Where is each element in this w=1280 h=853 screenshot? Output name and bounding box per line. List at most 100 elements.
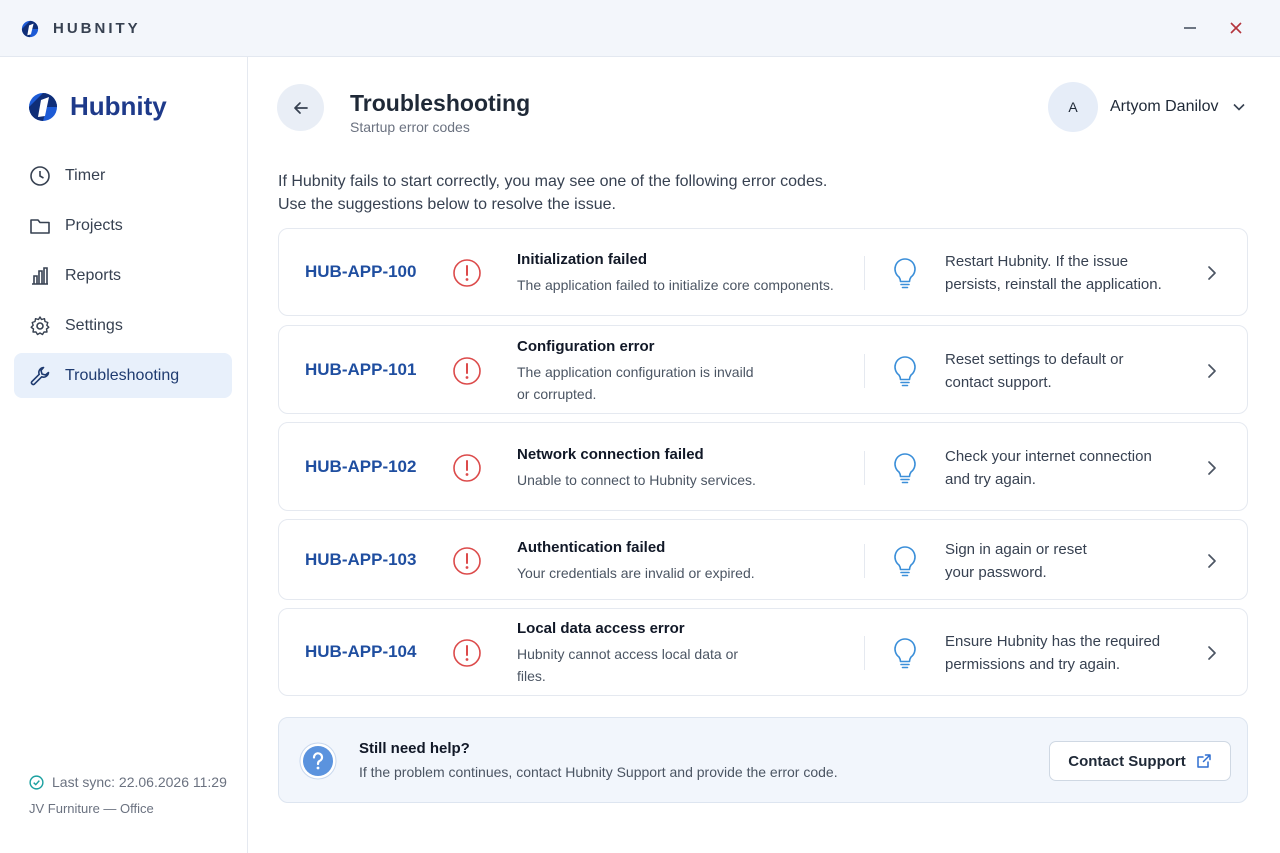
chevron-right-icon (1208, 266, 1216, 280)
sync-text: Last sync: 22.06.2026 11:29 (52, 774, 227, 790)
avatar: A (1048, 82, 1098, 132)
help-title: Still need help? (359, 740, 470, 757)
lightbulb-icon (894, 258, 916, 289)
user-menu[interactable]: A Artyom Danilov (1048, 82, 1246, 132)
minimize-button[interactable] (1176, 14, 1204, 42)
question-circle-icon (299, 742, 337, 780)
error-description: Hubnity cannot access local data or files… (517, 643, 857, 687)
page-title: Troubleshooting (350, 90, 531, 116)
error-card[interactable]: HUB-APP-104 Local data access error Hubnit… (278, 608, 1248, 696)
back-button[interactable] (277, 84, 324, 131)
error-title: Configuration error (517, 337, 655, 355)
alert-circle-icon (453, 546, 481, 575)
error-code: HUB-APP-104 (305, 642, 417, 661)
sidebar: Hubnity Timer Projects Reports Settings (0, 57, 248, 853)
error-card[interactable]: HUB-APP-103 Authentication failed Your cre… (278, 519, 1248, 600)
alert-circle-icon (453, 639, 481, 667)
intro-text: If Hubnity fails to start correctly, you… (278, 170, 827, 216)
error-title: Authentication failed (517, 538, 666, 556)
sidebar-item-reports[interactable]: Reports (14, 253, 232, 298)
minimize-icon (1184, 27, 1196, 29)
error-description-line: Unable to connect to Hubnity services. (517, 471, 756, 488)
sidebar-item-label: Timer (65, 166, 106, 184)
chevron-down-icon (1233, 103, 1246, 111)
page-subtitle: Startup error codes (350, 119, 470, 135)
error-description-line: The application failed to initialize cor… (517, 277, 834, 293)
card-divider (864, 543, 865, 578)
error-description-line: or corrupted. (517, 385, 597, 402)
error-code: HUB-APP-102 (305, 456, 417, 476)
error-description: Unable to connect to Hubnity services. (517, 469, 857, 491)
card-divider (864, 636, 865, 670)
error-suggestion-line: Sign in again or reset (945, 540, 1087, 558)
error-suggestion-line: and try again. (945, 470, 1036, 488)
error-suggestion-line: persists, reinstall the application. (945, 276, 1162, 293)
sidebar-item-troubleshooting[interactable]: Troubleshooting (14, 353, 232, 398)
arrow-left-icon (293, 101, 308, 114)
card-divider (864, 450, 865, 485)
folder-icon (29, 215, 51, 237)
sidebar-item-timer[interactable]: Timer (14, 153, 232, 198)
sidebar-item-projects[interactable]: Projects (14, 203, 232, 248)
error-card[interactable]: HUB-APP-102 Network connection failed Unab… (278, 422, 1248, 511)
close-button[interactable] (1222, 14, 1250, 42)
alert-circle-icon (453, 453, 481, 482)
error-title: Initialization failed (517, 251, 648, 268)
error-suggestion-line: your password. (945, 563, 1047, 581)
window-title: HUBNITY (53, 20, 141, 37)
error-code: HUB-APP-103 (305, 549, 417, 569)
error-suggestion: Check your internet connection and try ag… (945, 445, 1195, 491)
sidebar-item-label: Settings (65, 316, 123, 334)
lightbulb-icon (894, 355, 916, 386)
user-name: Artyom Danilov (1110, 98, 1219, 115)
lightbulb-icon (894, 545, 916, 576)
error-suggestion-line: Check your internet connection (945, 447, 1152, 465)
error-description: The application configuration is invaild… (517, 361, 857, 405)
error-suggestion: Reset settings to default or contact supp… (945, 348, 1195, 394)
error-description: Your credentials are invalid or expired. (517, 562, 857, 584)
error-suggestion-line: Restart Hubnity. If the issue (945, 253, 1129, 270)
error-suggestion: Restart Hubnity. If the issue persists, r… (945, 250, 1195, 296)
close-icon (1230, 22, 1242, 34)
sidebar-nav: Timer Projects Reports Settings Troubles… (14, 153, 232, 403)
sidebar-item-settings[interactable]: Settings (14, 303, 232, 348)
error-suggestion-line: contact support. (945, 373, 1052, 391)
error-description-line: The application configuration is invaild (517, 363, 754, 380)
brand[interactable]: Hubnity (28, 91, 167, 122)
hubnity-logo-icon (21, 20, 39, 38)
wrench-icon (29, 365, 51, 387)
error-description: The application failed to initialize cor… (517, 274, 857, 296)
contact-support-label: Contact Support (1068, 752, 1186, 770)
check-circle-icon (29, 774, 44, 790)
gear-icon (29, 315, 51, 337)
error-code: HUB-APP-101 (305, 359, 417, 379)
error-code: HUB-APP-100 (305, 262, 417, 281)
error-suggestion-line: Ensure Hubnity has the required (945, 633, 1161, 650)
title-bar: HUBNITY (0, 0, 1280, 57)
external-link-icon (1197, 754, 1211, 768)
error-card[interactable]: HUB-APP-101 Configuration error The applic… (278, 325, 1248, 414)
chevron-right-icon (1208, 646, 1216, 660)
card-divider (864, 256, 865, 290)
help-text: If the problem continues, contact Hubnit… (359, 764, 838, 780)
sync-status: Last sync: 22.06.2026 11:29 (29, 774, 227, 790)
clock-icon (29, 165, 51, 187)
sidebar-item-label: Troubleshooting (65, 366, 180, 384)
error-suggestion: Ensure Hubnity has the required permissio… (945, 630, 1195, 676)
error-description-line: Hubnity cannot access local data or (517, 646, 739, 662)
intro-line: Use the suggestions below to resolve the… (278, 196, 616, 213)
error-suggestion-line: permissions and try again. (945, 656, 1121, 673)
alert-circle-icon (453, 259, 481, 287)
card-divider (864, 353, 865, 388)
error-card[interactable]: HUB-APP-100 Initialization failed The appl… (278, 228, 1248, 316)
workspace-name: JV Furniture — Office (29, 801, 154, 816)
error-title: Local data access error (517, 620, 685, 637)
error-suggestion-line: Reset settings to default or (945, 350, 1124, 368)
sidebar-item-label: Projects (65, 216, 123, 234)
error-description-line: files. (517, 668, 546, 684)
alert-circle-icon (453, 356, 481, 385)
contact-support-button[interactable]: Contact Support (1049, 741, 1231, 781)
chevron-right-icon (1208, 553, 1216, 568)
hubnity-logo-icon (29, 92, 57, 121)
intro-line: If Hubnity fails to start correctly, you… (278, 173, 828, 190)
